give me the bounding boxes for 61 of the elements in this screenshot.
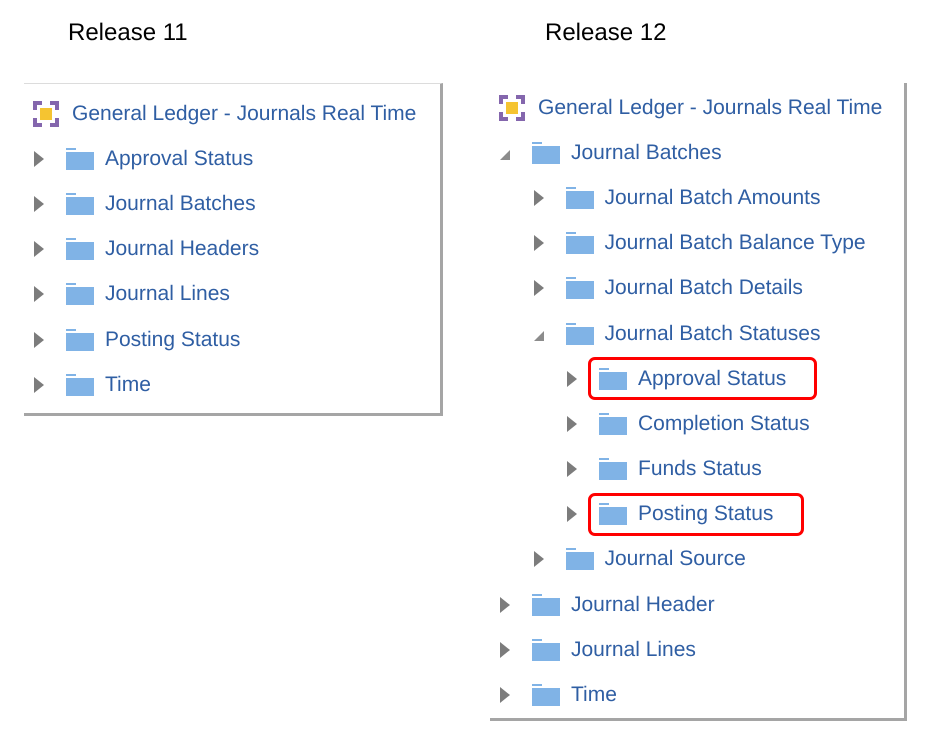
caret-right-icon[interactable] (34, 150, 44, 167)
folder-icon (566, 232, 594, 254)
tree-item[interactable]: Posting Status (105, 326, 240, 353)
tree-root-item[interactable]: General Ledger - Journals Real Time (538, 94, 882, 121)
tree-item[interactable]: Journal Batches (105, 190, 256, 217)
bracketed-square-icon (33, 100, 59, 127)
tree-item[interactable]: Journal Source (604, 546, 746, 572)
tree-item[interactable]: Journal Batch Amounts (604, 184, 820, 211)
folder-icon (566, 548, 594, 570)
folder-icon (532, 142, 560, 164)
folder-icon (599, 458, 627, 480)
folder-icon (599, 412, 627, 435)
tree-item[interactable]: Approval Status (105, 146, 254, 172)
caret-right-icon[interactable] (500, 687, 510, 704)
caret-right-icon[interactable] (534, 280, 544, 296)
tree-item[interactable]: Journal Header (571, 592, 715, 618)
folder-icon (566, 186, 594, 209)
panel-heading: Release 12 (544, 19, 668, 47)
caret-right-icon[interactable] (34, 241, 44, 258)
tree-item[interactable]: Journal Batches (571, 140, 722, 166)
caret-right-icon[interactable] (34, 196, 44, 212)
folder-icon (599, 368, 627, 390)
caret-right-icon[interactable] (567, 370, 577, 387)
folder-icon (532, 594, 560, 616)
panel-heading: Release 11 (67, 19, 189, 47)
caret-right-icon[interactable] (534, 551, 544, 568)
tree-item[interactable]: Completion Status (638, 410, 810, 437)
tree-item[interactable]: Journal Batch Statuses (604, 320, 820, 347)
folder-icon (66, 192, 94, 215)
caret-right-icon[interactable] (567, 416, 577, 432)
caret-right-icon[interactable] (567, 461, 577, 478)
folder-icon (66, 374, 94, 396)
tree-item[interactable]: Journal Batch Details (604, 275, 803, 302)
caret-right-icon[interactable] (534, 190, 544, 206)
tree-item[interactable]: Approval Status (638, 366, 786, 392)
tree-item[interactable]: Posting Status (638, 501, 774, 528)
folder-icon (66, 328, 94, 351)
folder-icon (66, 238, 94, 260)
folder-icon (566, 277, 594, 300)
caret-right-icon[interactable] (500, 642, 510, 658)
tree-item[interactable]: Journal Lines (571, 636, 696, 663)
caret-right-icon[interactable] (34, 376, 44, 393)
caret-right-icon[interactable] (34, 286, 44, 302)
tree-item[interactable]: Journal Lines (105, 281, 230, 308)
tree-item[interactable]: Journal Batch Balance Type (604, 230, 866, 256)
folder-icon (599, 503, 627, 526)
folder-icon (66, 148, 94, 170)
tree-item[interactable]: Journal Headers (105, 236, 260, 262)
folder-icon (566, 322, 594, 345)
tree-item[interactable]: Funds Status (638, 456, 762, 482)
caret-right-icon[interactable] (500, 596, 510, 613)
tree-item[interactable]: Time (105, 372, 151, 398)
caret-right-icon[interactable] (567, 506, 577, 522)
folder-icon (532, 684, 560, 706)
tree-item[interactable]: Time (571, 682, 617, 708)
folder-icon (66, 283, 94, 306)
bracketed-square-icon (499, 94, 525, 121)
tree-root-item[interactable]: General Ledger - Journals Real Time (72, 100, 416, 127)
caret-right-icon[interactable] (34, 332, 44, 348)
folder-icon (532, 638, 560, 661)
caret-right-icon[interactable] (534, 235, 544, 252)
